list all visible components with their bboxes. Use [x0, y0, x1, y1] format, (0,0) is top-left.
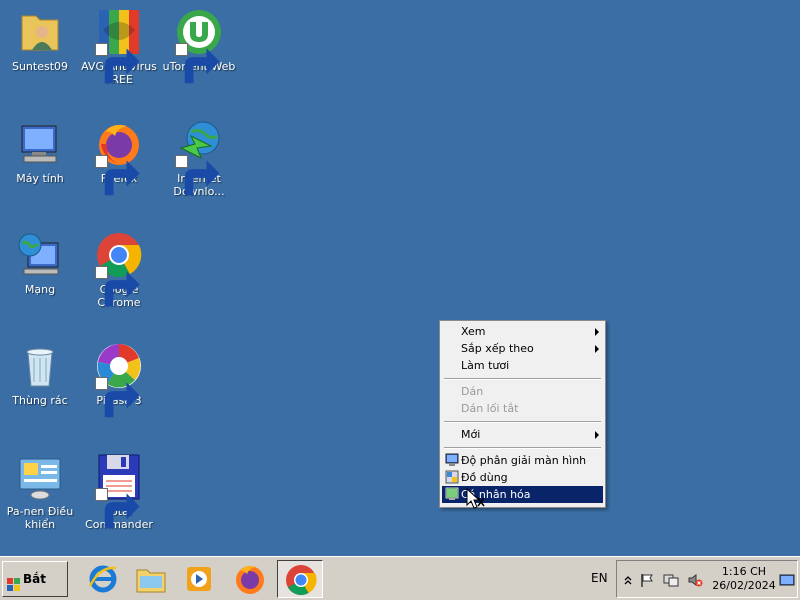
menu-item-new[interactable]: Mới — [442, 426, 603, 443]
user-folder-icon — [16, 8, 64, 56]
start-button[interactable]: Bắt đầu — [2, 561, 68, 597]
taskbar-google-chrome[interactable] — [277, 560, 323, 598]
network-status-icon[interactable] — [663, 572, 679, 588]
gadgets-icon — [445, 470, 459, 484]
computer-icon — [16, 120, 64, 168]
volume-muted-icon[interactable] — [687, 572, 703, 588]
show-hidden-icons-chevron-icon[interactable] — [620, 572, 636, 588]
menu-item-label: Mới — [461, 428, 481, 441]
menu-item-label: Làm tươi — [461, 359, 510, 372]
windows-flag-icon — [6, 572, 22, 591]
shortcut-arrow-icon — [95, 155, 140, 196]
taskbar-file-explorer[interactable] — [128, 560, 174, 598]
firefox-icon — [95, 120, 143, 196]
desktop-icon-avg-antivirus[interactable]: AVG AntiVirus FREE — [79, 8, 159, 86]
chrome-icon — [286, 565, 317, 596]
menu-item-gadgets[interactable]: Đồ dùng — [442, 469, 603, 486]
desktop-icon-label: Máy tính — [16, 172, 64, 185]
desktop-icon-label: Suntest09 — [11, 60, 69, 73]
start-button-label: Bắt đầu — [23, 572, 46, 586]
screen-resolution-icon — [445, 453, 459, 467]
menu-item-label: Dán lối tắt — [461, 402, 519, 415]
show-desktop-icon[interactable] — [779, 572, 795, 588]
mouse-cursor-icon — [466, 487, 488, 510]
floppy-disk-icon — [95, 453, 143, 529]
clock-time: 1:16 CH — [721, 565, 767, 578]
menu-item-sort-by[interactable]: Sắp xếp theo — [442, 340, 603, 357]
picasa-icon — [95, 342, 143, 418]
desktop-icon-internet-download-manager[interactable]: Internet Downlo... — [159, 120, 239, 198]
taskbar: Bắt đầu EN 1:16 CH 26/02/2024 — [0, 556, 800, 600]
internet-explorer-icon — [88, 565, 117, 593]
shortcut-arrow-icon — [95, 43, 140, 84]
menu-item-label: Sắp xếp theo — [461, 342, 534, 355]
menu-separator — [442, 443, 603, 452]
shortcut-arrow-icon — [175, 43, 220, 84]
folder-icon — [136, 569, 166, 593]
desktop-icon-recycle-bin[interactable]: Thùng rác — [0, 342, 80, 407]
shortcut-arrow-icon — [95, 266, 140, 307]
desktop-icon-control-panel[interactable]: Pa-nen Điều khiển — [0, 453, 80, 531]
clock-date: 26/02/2024 — [712, 579, 776, 592]
menu-item-paste: Dán — [442, 383, 603, 400]
system-tray: 1:16 CH 26/02/2024 — [616, 560, 798, 598]
network-globe-icon — [16, 231, 64, 279]
desktop-icon-picasa[interactable]: Picasa 3 — [79, 342, 159, 418]
menu-item-label: Độ phân giải màn hình — [461, 454, 587, 467]
menu-item-refresh[interactable]: Làm tươi — [442, 357, 603, 374]
avg-antivirus-icon — [95, 8, 143, 84]
taskbar-internet-explorer[interactable] — [80, 560, 126, 598]
taskbar-media-player[interactable] — [176, 560, 222, 598]
personalize-icon — [445, 487, 459, 501]
control-panel-icon — [16, 453, 64, 501]
desktop-icon-network[interactable]: Mạng — [0, 231, 80, 296]
desktop-icon-computer[interactable]: Máy tính — [0, 120, 80, 185]
menu-item-label: Dán — [461, 385, 484, 398]
action-center-flag-icon[interactable] — [639, 572, 655, 588]
menu-separator — [442, 374, 603, 383]
desktop-icon-label: Pa-nen Điều khiển — [6, 505, 74, 531]
desktop-context-menu: Xem Sắp xếp theo Làm tươi Dán Dán lối tắ… — [439, 320, 606, 508]
desktop-icon-utorrent-web[interactable]: uTorrent Web — [159, 8, 239, 84]
taskbar-firefox[interactable] — [227, 560, 273, 598]
submenu-arrow-icon — [595, 431, 599, 439]
submenu-arrow-icon — [595, 328, 599, 336]
submenu-arrow-icon — [595, 345, 599, 353]
shortcut-arrow-icon — [95, 488, 140, 529]
desktop-icon-google-chrome[interactable]: Google Chrome — [79, 231, 159, 309]
download-manager-icon — [175, 120, 223, 196]
language-indicator[interactable]: EN — [591, 571, 608, 585]
utorrent-icon — [175, 8, 223, 84]
menu-item-screen-resolution[interactable]: Độ phân giải màn hình — [442, 452, 603, 469]
desktop-icon-label: Mạng — [24, 283, 56, 296]
desktop-icon-suntest09[interactable]: Suntest09 — [0, 8, 80, 73]
menu-separator — [442, 417, 603, 426]
clock[interactable]: 1:16 CH 26/02/2024 — [709, 565, 779, 593]
desktop-icon-label: Thùng rác — [12, 394, 68, 407]
menu-item-label: Xem — [461, 325, 486, 338]
menu-item-paste-shortcut: Dán lối tắt — [442, 400, 603, 417]
menu-item-view[interactable]: Xem — [442, 323, 603, 340]
desktop-icon-firefox[interactable]: Firefox — [79, 120, 159, 196]
recycle-bin-icon — [16, 342, 64, 390]
shortcut-arrow-icon — [95, 377, 140, 418]
desktop-icon-total-commander[interactable]: Total Commander — [79, 453, 159, 531]
shortcut-arrow-icon — [175, 155, 220, 196]
chrome-icon — [95, 231, 143, 307]
menu-item-label: Đồ dùng — [461, 471, 508, 484]
media-player-icon — [187, 567, 211, 591]
firefox-icon — [236, 566, 264, 594]
